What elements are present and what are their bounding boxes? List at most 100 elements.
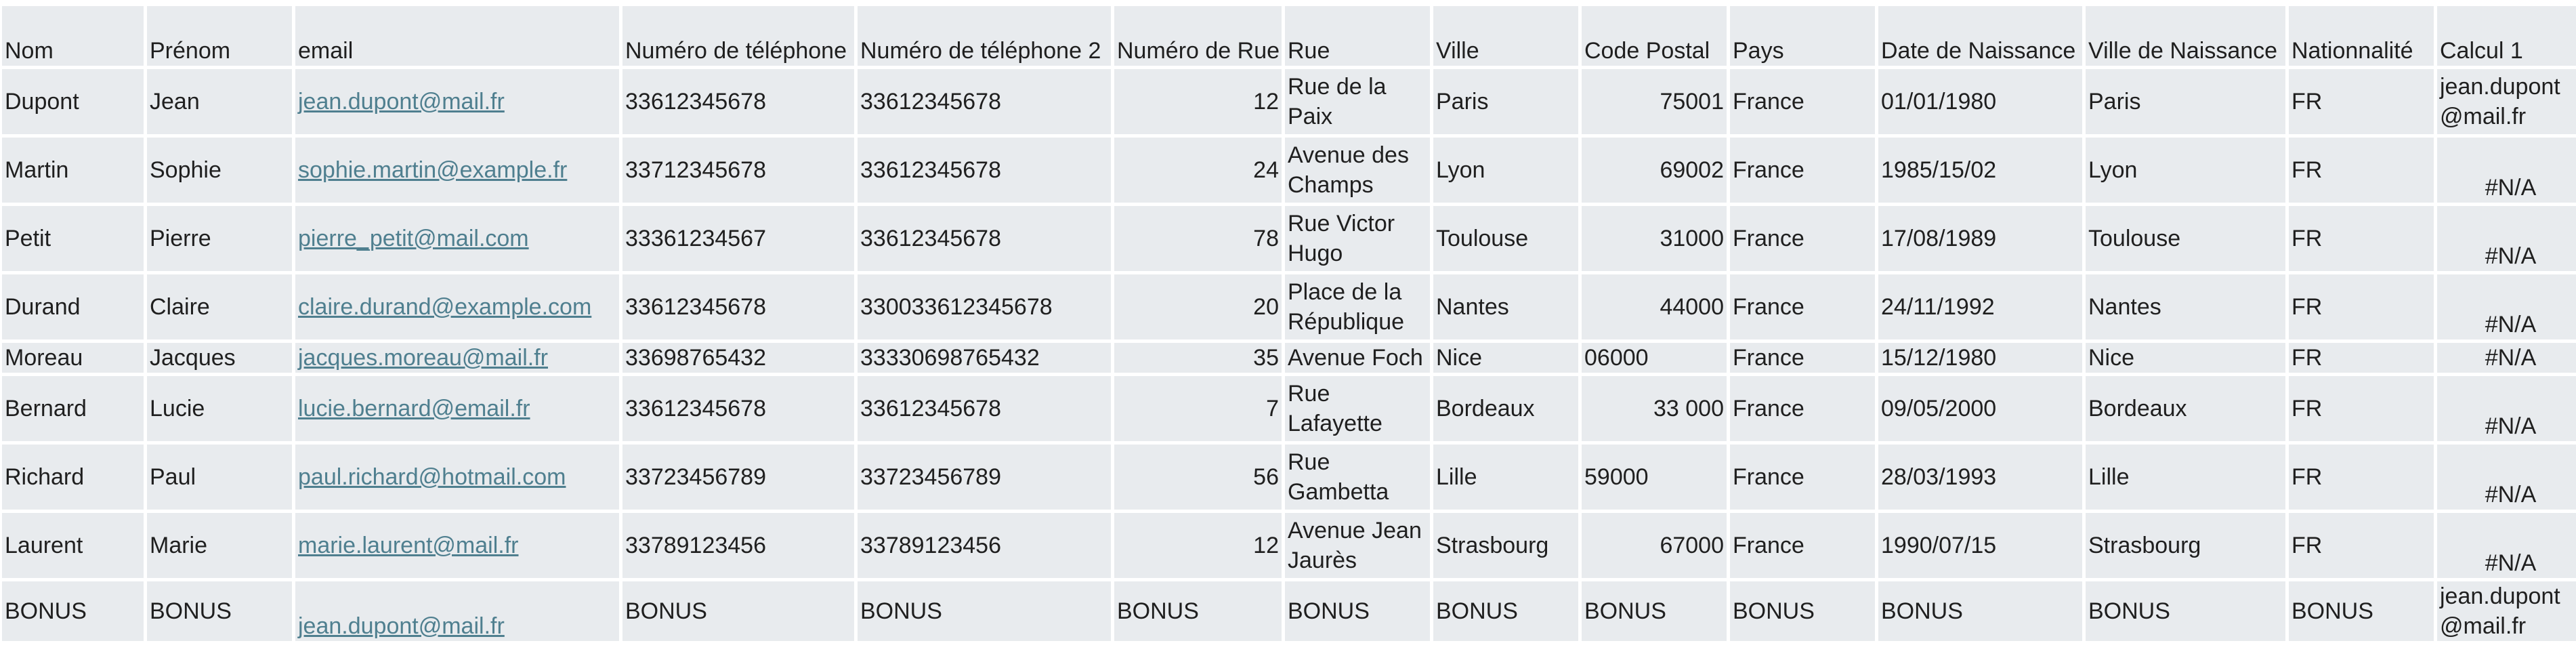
email-link[interactable]: claire.durand@example.com: [298, 294, 591, 320]
cell-numero-rue[interactable]: 12: [1114, 69, 1282, 134]
cell-ville-naissance[interactable]: Lyon: [2086, 138, 2285, 203]
cell-prenom[interactable]: Sophie: [147, 138, 292, 203]
cell-rue[interactable]: Rue Gambetta: [1285, 445, 1430, 510]
cell-ville[interactable]: Toulouse: [1433, 206, 1578, 271]
cell-ville-naissance[interactable]: Toulouse: [2086, 206, 2285, 271]
cell-code-postal[interactable]: 33 000: [1582, 376, 1727, 441]
cell-numero-rue[interactable]: 24: [1114, 138, 1282, 203]
cell-telephone-2[interactable]: 330033612345678: [858, 274, 1111, 339]
cell-telephone[interactable]: 33361234567: [622, 206, 854, 271]
cell-rue[interactable]: BONUS: [1285, 581, 1430, 641]
cell-prenom[interactable]: Marie: [147, 513, 292, 578]
cell-pays[interactable]: France: [1730, 138, 1875, 203]
header-calcul-1[interactable]: Calcul 1: [2437, 6, 2576, 66]
cell-numero-rue[interactable]: 12: [1114, 513, 1282, 578]
header-date-naissance[interactable]: Date de Naissance: [1878, 6, 2082, 66]
cell-pays[interactable]: France: [1730, 69, 1875, 134]
cell-date-naissance[interactable]: 1985/15/02: [1878, 138, 2082, 203]
header-rue[interactable]: Rue: [1285, 6, 1430, 66]
cell-email[interactable]: pierre_petit@mail.com: [295, 206, 619, 271]
cell-rue[interactable]: Avenue des Champs: [1285, 138, 1430, 203]
cell-email[interactable]: jean.dupont@mail.fr: [295, 69, 619, 134]
cell-rue[interactable]: Rue Victor Hugo: [1285, 206, 1430, 271]
header-telephone-2[interactable]: Numéro de téléphone 2: [858, 6, 1111, 66]
cell-telephone[interactable]: BONUS: [622, 581, 854, 641]
cell-telephone-2[interactable]: 33612345678: [858, 138, 1111, 203]
cell-ville[interactable]: Nice: [1433, 343, 1578, 373]
cell-email[interactable]: claire.durand@example.com: [295, 274, 619, 339]
cell-telephone-2[interactable]: 33330698765432: [858, 343, 1111, 373]
cell-telephone[interactable]: 33612345678: [622, 274, 854, 339]
cell-email[interactable]: jacques.moreau@mail.fr: [295, 343, 619, 373]
header-nationalite[interactable]: Nationnalité: [2289, 6, 2434, 66]
cell-telephone-2[interactable]: 33612345678: [858, 69, 1111, 134]
cell-numero-rue[interactable]: 20: [1114, 274, 1282, 339]
cell-rue[interactable]: Place de la République: [1285, 274, 1430, 339]
cell-ville[interactable]: Bordeaux: [1433, 376, 1578, 441]
cell-ville-naissance[interactable]: Bordeaux: [2086, 376, 2285, 441]
cell-nationalite[interactable]: BONUS: [2289, 581, 2434, 641]
cell-nom[interactable]: Dupont: [2, 69, 144, 134]
cell-calcul-1[interactable]: jean.dupont@mail.fr: [2437, 581, 2576, 641]
cell-ville[interactable]: Lyon: [1433, 138, 1578, 203]
header-numero-rue[interactable]: Numéro de Rue: [1114, 6, 1282, 66]
cell-nom[interactable]: Moreau: [2, 343, 144, 373]
cell-numero-rue[interactable]: 78: [1114, 206, 1282, 271]
cell-date-naissance[interactable]: 15/12/1980: [1878, 343, 2082, 373]
cell-ville-naissance[interactable]: Nantes: [2086, 274, 2285, 339]
cell-nationalite[interactable]: FR: [2289, 513, 2434, 578]
cell-calcul-1[interactable]: #N/A: [2437, 206, 2576, 271]
cell-nom[interactable]: Petit: [2, 206, 144, 271]
cell-prenom[interactable]: Jean: [147, 69, 292, 134]
cell-rue[interactable]: Rue Lafayette: [1285, 376, 1430, 441]
cell-nationalite[interactable]: FR: [2289, 376, 2434, 441]
cell-ville[interactable]: Nantes: [1433, 274, 1578, 339]
email-link[interactable]: jean.dupont@mail.fr: [298, 613, 505, 639]
header-pays[interactable]: Pays: [1730, 6, 1875, 66]
cell-prenom[interactable]: Claire: [147, 274, 292, 339]
cell-calcul-1[interactable]: #N/A: [2437, 138, 2576, 203]
cell-prenom[interactable]: Pierre: [147, 206, 292, 271]
cell-telephone[interactable]: 33698765432: [622, 343, 854, 373]
header-ville[interactable]: Ville: [1433, 6, 1578, 66]
cell-pays[interactable]: France: [1730, 376, 1875, 441]
cell-code-postal[interactable]: BONUS: [1582, 581, 1727, 641]
cell-numero-rue[interactable]: 35: [1114, 343, 1282, 373]
header-nom[interactable]: Nom: [2, 6, 144, 66]
cell-rue[interactable]: Avenue Jean Jaurès: [1285, 513, 1430, 578]
cell-rue[interactable]: Rue de la Paix: [1285, 69, 1430, 134]
cell-date-naissance[interactable]: 17/08/1989: [1878, 206, 2082, 271]
cell-pays[interactable]: BONUS: [1730, 581, 1875, 641]
cell-pays[interactable]: France: [1730, 274, 1875, 339]
cell-pays[interactable]: France: [1730, 343, 1875, 373]
cell-date-naissance[interactable]: BONUS: [1878, 581, 2082, 641]
cell-calcul-1[interactable]: #N/A: [2437, 343, 2576, 373]
cell-ville-naissance[interactable]: Nice: [2086, 343, 2285, 373]
cell-email[interactable]: marie.laurent@mail.fr: [295, 513, 619, 578]
cell-telephone[interactable]: 33789123456: [622, 513, 854, 578]
cell-nationalite[interactable]: FR: [2289, 445, 2434, 510]
email-link[interactable]: paul.richard@hotmail.com: [298, 464, 566, 490]
cell-nom[interactable]: Laurent: [2, 513, 144, 578]
cell-telephone-2[interactable]: 33723456789: [858, 445, 1111, 510]
cell-date-naissance[interactable]: 24/11/1992: [1878, 274, 2082, 339]
header-prenom[interactable]: Prénom: [147, 6, 292, 66]
cell-calcul-1[interactable]: jean.dupont@mail.fr: [2437, 69, 2576, 134]
cell-prenom[interactable]: BONUS: [147, 581, 292, 641]
email-link[interactable]: sophie.martin@example.fr: [298, 157, 567, 183]
email-link[interactable]: jacques.moreau@mail.fr: [298, 345, 548, 371]
cell-email[interactable]: jean.dupont@mail.fr: [295, 581, 619, 641]
cell-prenom[interactable]: Lucie: [147, 376, 292, 441]
cell-code-postal[interactable]: 75001: [1582, 69, 1727, 134]
cell-code-postal[interactable]: 31000: [1582, 206, 1727, 271]
cell-numero-rue[interactable]: 7: [1114, 376, 1282, 441]
cell-code-postal[interactable]: 59000: [1582, 445, 1727, 510]
cell-nationalite[interactable]: FR: [2289, 274, 2434, 339]
email-link[interactable]: jean.dupont@mail.fr: [298, 89, 505, 115]
header-email[interactable]: email: [295, 6, 619, 66]
cell-telephone-2[interactable]: 33612345678: [858, 206, 1111, 271]
cell-ville-naissance[interactable]: BONUS: [2086, 581, 2285, 641]
cell-telephone[interactable]: 33723456789: [622, 445, 854, 510]
cell-nom[interactable]: Richard: [2, 445, 144, 510]
email-link[interactable]: lucie.bernard@email.fr: [298, 396, 530, 421]
